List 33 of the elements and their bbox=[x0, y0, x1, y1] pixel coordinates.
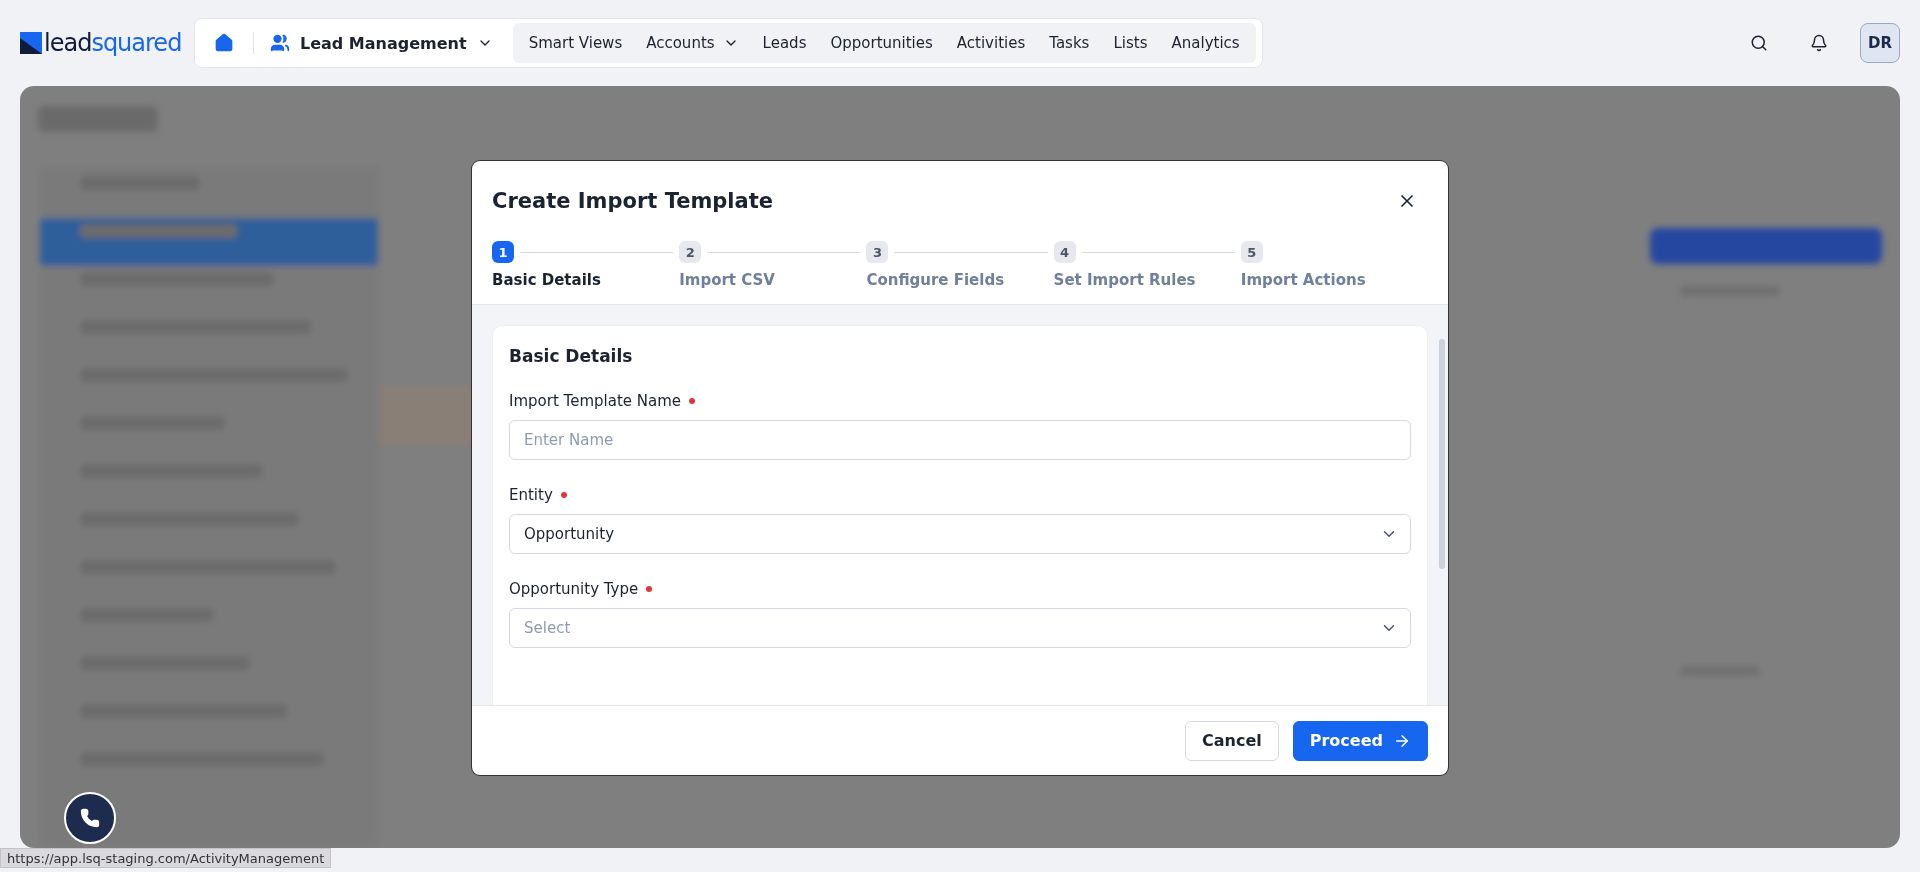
nav-item[interactable]: Accounts bbox=[634, 25, 751, 61]
logo-icon bbox=[20, 32, 42, 54]
step-label[interactable]: Import Actions bbox=[1240, 271, 1428, 289]
nav-item[interactable]: Opportunities bbox=[818, 25, 945, 61]
step-label[interactable]: Import CSV bbox=[679, 271, 867, 289]
nav-item[interactable]: Activities bbox=[944, 25, 1038, 61]
field-label: Import Template Name bbox=[509, 392, 1411, 410]
phone-icon bbox=[80, 808, 100, 828]
step-label[interactable]: Configure Fields bbox=[866, 271, 1054, 289]
field-label: Entity bbox=[509, 486, 1411, 504]
users-icon bbox=[270, 33, 290, 53]
nav-item[interactable]: Analytics bbox=[1159, 25, 1252, 61]
step-number: 3 bbox=[866, 241, 889, 263]
dialog-title: Create Import Template bbox=[492, 189, 773, 213]
step-number: 4 bbox=[1053, 241, 1076, 263]
step-label[interactable]: Set Import Rules bbox=[1053, 271, 1241, 289]
input-field[interactable]: Enter Name bbox=[509, 420, 1411, 460]
nav-item[interactable]: Smart Views bbox=[516, 25, 635, 61]
select-field[interactable]: Opportunity bbox=[509, 514, 1411, 554]
app-switcher[interactable]: Lead Management bbox=[266, 25, 507, 61]
nav-item[interactable]: Tasks bbox=[1037, 25, 1102, 61]
nav-item[interactable]: Lists bbox=[1101, 25, 1160, 61]
step-number: 2 bbox=[679, 241, 702, 263]
status-url: https://app.lsq-staging.com/ActivityManagement bbox=[0, 848, 332, 868]
step-number: 1 bbox=[492, 241, 514, 263]
cancel-button[interactable]: Cancel bbox=[1185, 720, 1279, 761]
field-label: Opportunity Type bbox=[509, 580, 1411, 598]
user-avatar[interactable]: DR bbox=[1860, 23, 1900, 63]
step-number: 5 bbox=[1240, 241, 1263, 263]
proceed-button[interactable]: Proceed bbox=[1292, 720, 1428, 761]
step-label[interactable]: Basic Details bbox=[492, 271, 680, 289]
nav-item[interactable]: Leads bbox=[750, 25, 819, 61]
section-title: Basic Details bbox=[509, 346, 634, 366]
